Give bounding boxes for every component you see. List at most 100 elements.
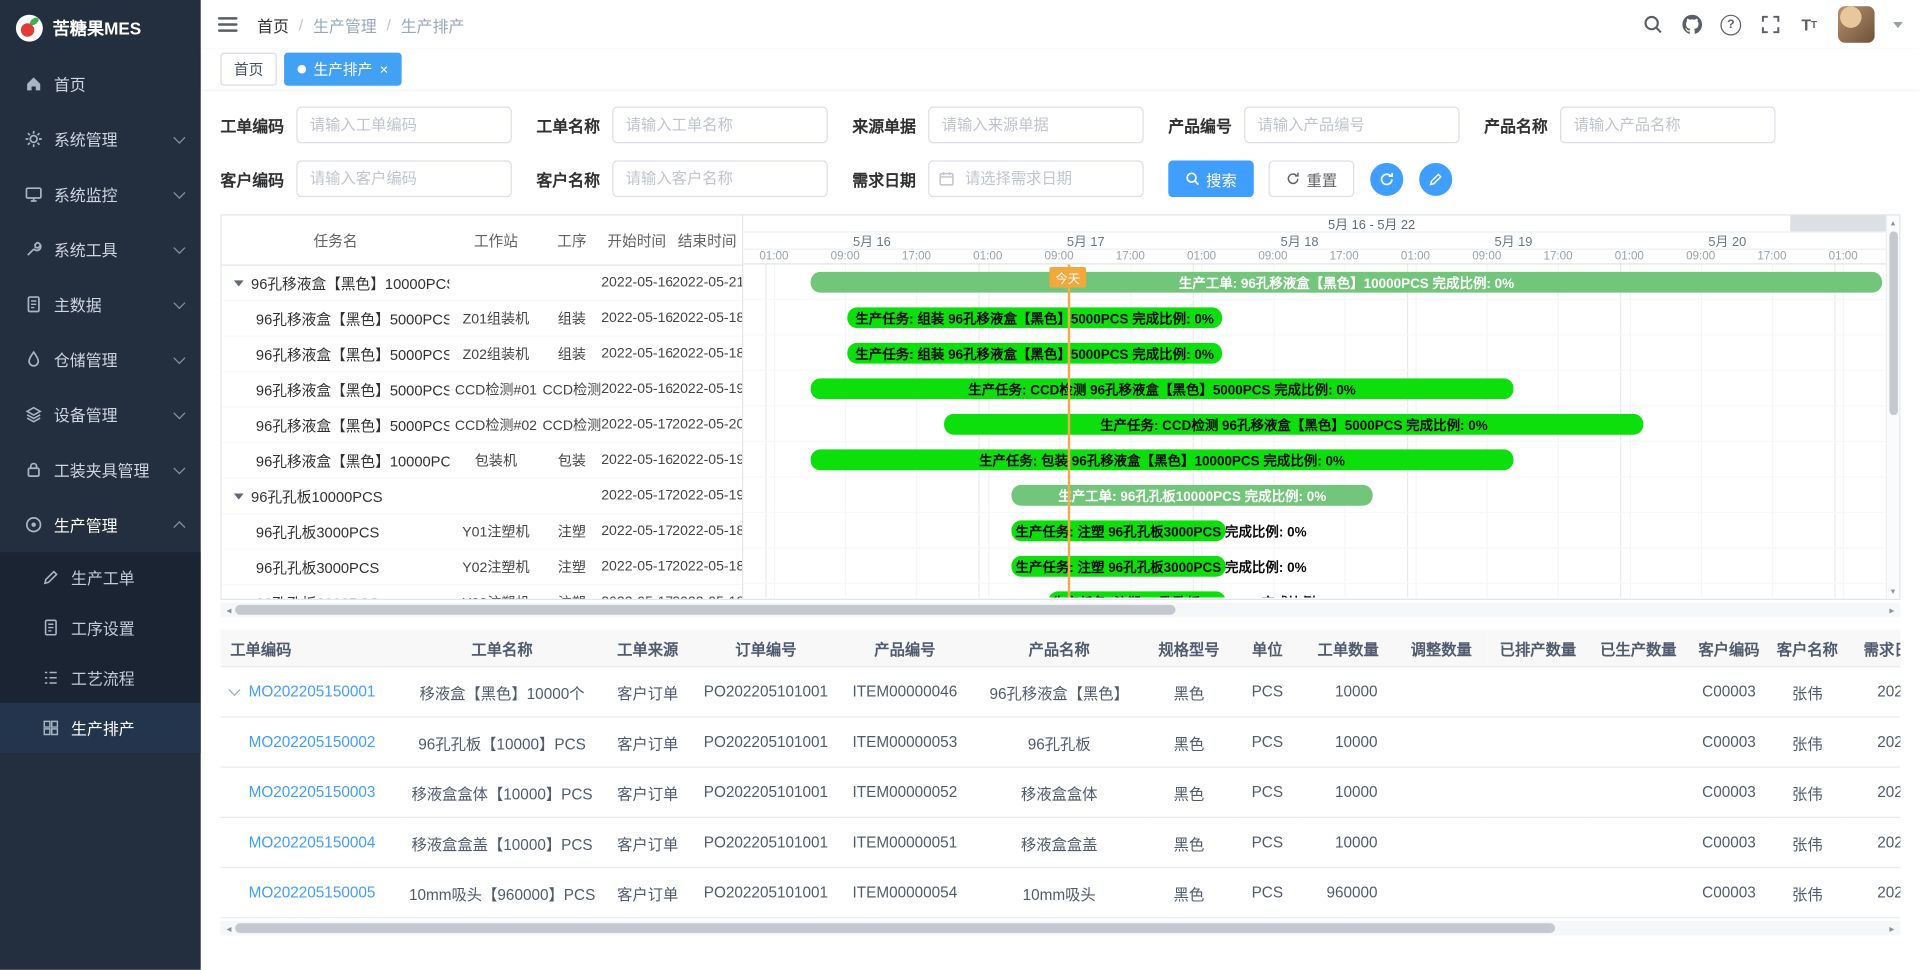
avatar[interactable] [1838,6,1875,43]
scroll-left-icon[interactable]: ◂ [223,604,235,615]
source-doc-input[interactable] [928,107,1144,144]
sidebar-item-home[interactable]: 首页 [0,56,201,111]
gantt-horizontal-scrollbar[interactable]: ◂ ▸ [220,602,1900,617]
scrollbar-thumb[interactable] [1889,231,1898,415]
scroll-left-icon[interactable]: ◂ [223,923,235,934]
gantt-task-bar[interactable]: 生产任务: 组装 96孔移液盒【黑色】5000PCS 完成比例: 0% [847,343,1222,364]
gantt-task-bar[interactable]: 生产任务: 组装 96孔移液盒【黑色】5000PCS 完成比例: 0% [847,307,1222,328]
demand-date-input[interactable] [928,160,1144,197]
cell-qty: 10000 [1302,667,1395,717]
help-icon[interactable]: ? [1720,14,1741,35]
breadcrumb-item[interactable]: 首页 [257,13,289,36]
cell-unit: PCS [1233,767,1302,817]
scrollbar-thumb[interactable] [235,923,1555,933]
collapse-icon[interactable] [234,280,244,286]
column-header-produced_qty: 已生产数量 [1588,629,1688,666]
table-row[interactable]: MO202205150003移液盒盒体【10000】PCS客户订单PO20220… [220,767,1900,817]
work-order-name-input[interactable] [612,107,828,144]
gantt-task-bar[interactable]: 生产任务: 包装 96孔移液盒【黑色】10000PCS 完成比例: 0% [811,449,1514,470]
customer-name-input[interactable] [612,160,828,197]
font-size-icon[interactable]: TT [1799,14,1820,35]
order-code-link[interactable]: MO202205150002 [249,733,376,750]
table-row[interactable]: MO20220515000296孔孔板【10000】PCS客户订单PO20220… [220,717,1900,767]
customer-code-input[interactable] [296,160,512,197]
table-row[interactable]: MO202205150004移液盒盒盖【10000】PCS客户订单PO20220… [220,817,1900,867]
filter-label: 客户名称 [536,167,600,190]
gantt-task-bar[interactable]: 生产任务: CCD检测 96孔移液盒【黑色】5000PCS 完成比例: 0% [944,414,1643,435]
gantt-station: Z01组装机 [449,309,542,329]
table-row[interactable]: MO202205150001移液盒【黑色】10000个客户订单PO2022051… [220,667,1900,717]
tab-home[interactable]: 首页 [220,53,276,86]
gantt-vertical-scrollbar[interactable]: ▴ ▾ [1886,216,1899,599]
sidebar-item-master-data[interactable]: 主数据 [0,277,201,332]
sidebar-item-equipment-management[interactable]: 设备管理 [0,387,201,442]
sidebar-item-production-workorder[interactable]: 生产工单 [0,552,201,602]
user-caret-icon[interactable] [1893,21,1903,27]
expand-icon[interactable] [228,684,240,696]
cell-produced_qty [1588,817,1688,867]
flow-icon [42,669,60,687]
order-code-link[interactable]: MO202205150003 [249,784,376,801]
chevron-down-icon [173,296,185,308]
main-area: 首页/生产管理/生产排产 ? TT 首页生产排产× 工单编码工单名称来源单据产品… [201,0,1920,970]
sidebar-item-warehouse-management[interactable]: 仓储管理 [0,332,201,387]
gantt-end: 2022-05-20 [672,418,742,433]
scroll-right-icon[interactable]: ▸ [1886,604,1898,615]
work-order-code-input[interactable] [296,107,512,144]
cell-name: 10mm吸头【960000】PCS [404,868,600,918]
gantt-hour-label: 17:00 [1543,250,1572,263]
collapse-icon[interactable] [234,493,244,499]
gantt-task-row: 96孔移液盒【黑色】5000PCSCCD检测#02CCD检测2022-05-17… [222,408,742,444]
sidebar-item-process-flow[interactable]: 工艺流程 [0,653,201,703]
gantt-task-bar[interactable]: 生产任务: 注塑 96孔孔板3000PCS 完成比例: 0% [1048,591,1225,597]
filter-label: 工单编码 [220,113,284,136]
reset-button-label: 重置 [1307,167,1338,190]
chevron-down-icon [173,407,185,419]
search-icon[interactable] [1642,14,1663,35]
gantt-order-bar[interactable]: 生产工单: 96孔移液盒【黑色】10000PCS 完成比例: 0% [811,272,1883,293]
search-button[interactable]: 搜索 [1168,160,1254,197]
sidebar-item-production-scheduling[interactable]: 生产排产 [0,703,201,753]
sidebar-item-system-monitor[interactable]: 系统监控 [0,167,201,222]
gantt-task-name: 96孔移液盒【黑色】5000PCS [222,414,450,435]
fullscreen-icon[interactable] [1760,14,1781,35]
gantt-order-bar[interactable]: 生产工单: 96孔孔板10000PCS 完成比例: 0% [1012,485,1373,506]
scrollbar-thumb[interactable] [235,605,1176,615]
scroll-down-icon[interactable]: ▾ [1891,587,1895,597]
sidebar-item-system-management[interactable]: 系统管理 [0,111,201,166]
breadcrumb-item[interactable]: 生产排产 [401,13,465,36]
cell-produced_qty [1588,868,1688,918]
product-code-input[interactable] [1244,107,1460,144]
product-name-input[interactable] [1560,107,1776,144]
column-header-product: 产品名称 [973,629,1144,666]
gantt-task-table: 任务名工作站工序开始时间结束时间 96孔移液盒【黑色】10000PCS2022-… [222,216,744,599]
refresh-circle-button[interactable] [1370,162,1403,195]
table-row[interactable]: MO20220515000510mm吸头【960000】PCS客户订单PO202… [220,868,1900,918]
sidebar-item-system-tools[interactable]: 系统工具 [0,222,201,277]
order-code-link[interactable]: MO202205150005 [249,884,376,901]
orders-horizontal-scrollbar[interactable]: ◂ ▸ [220,921,1900,936]
menu-toggle-icon[interactable] [218,17,238,32]
scroll-up-icon[interactable]: ▴ [1891,218,1895,228]
tab-production-scheduling[interactable]: 生产排产 × [284,53,402,86]
cell-unit: PCS [1233,667,1302,717]
sidebar-item-fixture-management[interactable]: 工装夹具管理 [0,442,201,497]
breadcrumb-item[interactable]: 生产管理 [313,13,377,36]
document-icon [24,295,42,313]
tab-label: 生产排产 [313,59,372,80]
gantt-task-bar[interactable]: 生产任务: 注塑 96孔孔板3000PCS 完成比例: 0% [1012,556,1226,577]
edit-circle-button[interactable] [1419,162,1452,195]
github-icon[interactable] [1681,14,1702,35]
gantt-task-bar[interactable]: 生产任务: 注塑 96孔孔板3000PCS 完成比例: 0% [1012,520,1226,541]
sidebar-item-production-management[interactable]: 生产管理 [0,497,201,552]
gantt-task-bar[interactable]: 生产任务: CCD检测 96孔移液盒【黑色】5000PCS 完成比例: 0% [811,378,1514,399]
tabbar: 首页 生产排产 × [201,49,1920,89]
order-code-link[interactable]: MO202205150001 [249,683,376,700]
order-code-link[interactable]: MO202205150004 [249,834,376,851]
today-badge: 今天 [1049,267,1086,288]
gantt-end: 2022-05-21 [672,276,742,291]
reset-button[interactable]: 重置 [1269,160,1355,197]
sidebar-item-process-settings[interactable]: 工序设置 [0,602,201,652]
scroll-right-icon[interactable]: ▸ [1886,923,1898,934]
tab-close-icon[interactable]: × [380,62,389,77]
